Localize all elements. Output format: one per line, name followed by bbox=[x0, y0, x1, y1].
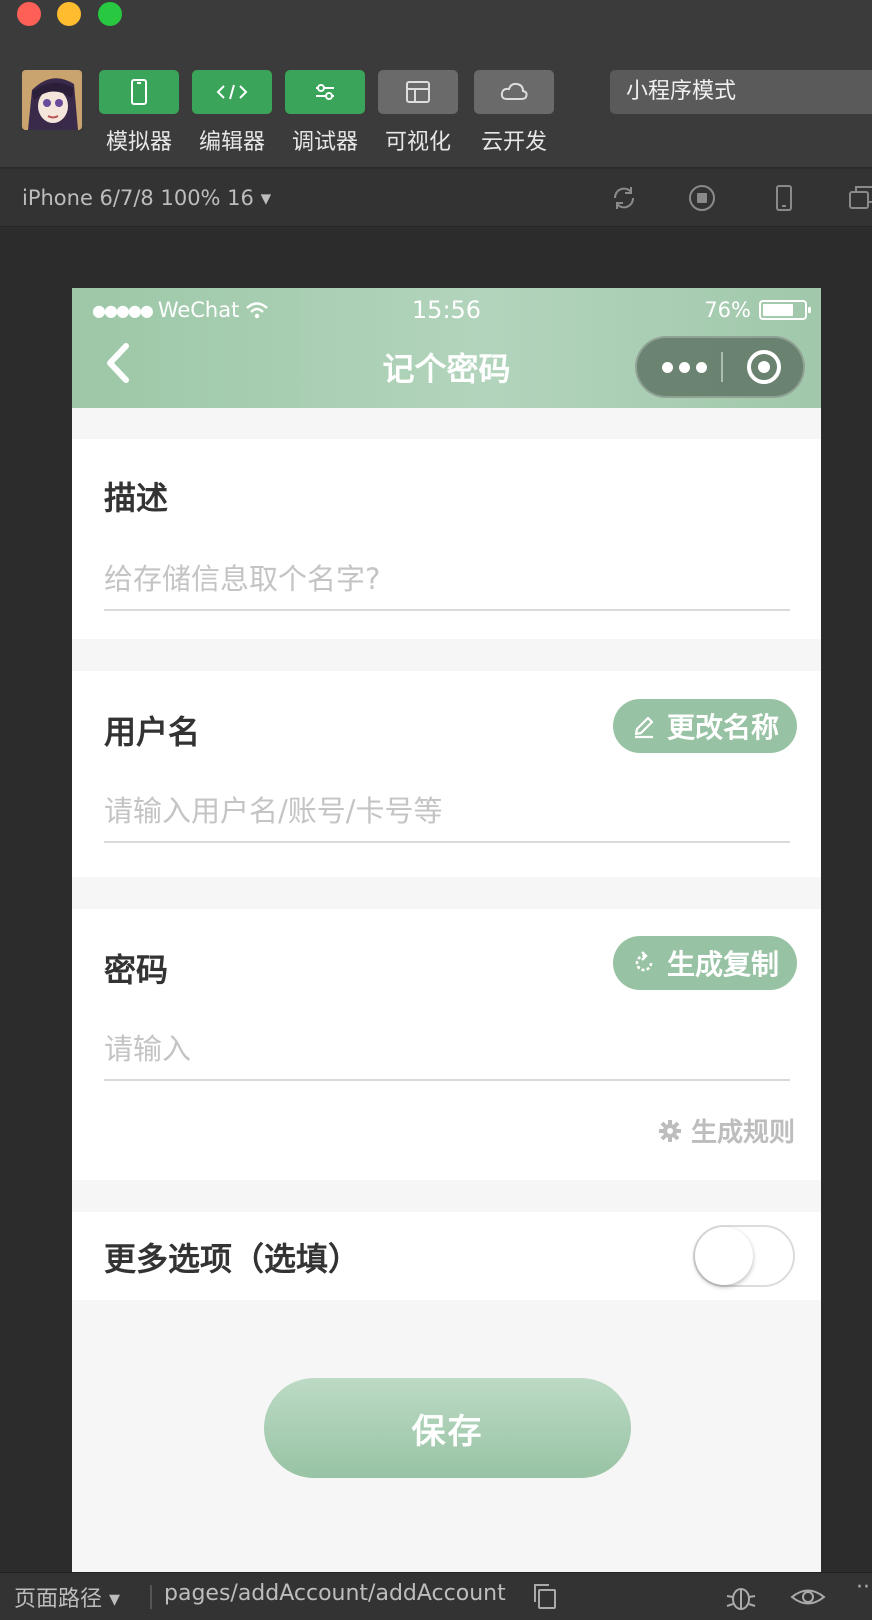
rename-button-label: 更改名称 bbox=[666, 711, 779, 744]
cloud-tool[interactable]: 云开发 bbox=[474, 70, 554, 156]
gear-icon bbox=[658, 1119, 681, 1142]
password-input[interactable] bbox=[104, 1019, 790, 1081]
capsule-divider bbox=[721, 352, 723, 382]
nav-header: ●●●●● WeChat 15:56 76% 记个密码 bbox=[72, 288, 821, 408]
password-card: 密码 生成复制 生成规则 bbox=[72, 909, 821, 1180]
battery-percent: 76% bbox=[704, 298, 751, 322]
main-toolbar: 模拟器 编辑器 调试器 可视化 云开发 小程序模式 bbox=[0, 50, 872, 168]
more-options-toggle[interactable] bbox=[693, 1225, 795, 1287]
simulator-screen: ●●●●● WeChat 15:56 76% 记个密码 描述 用户名 更改名称 bbox=[72, 288, 821, 1572]
description-label: 描述 bbox=[104, 479, 169, 517]
editor-label: 编辑器 bbox=[198, 130, 265, 155]
username-input[interactable] bbox=[104, 781, 790, 843]
code-icon bbox=[216, 84, 248, 100]
device-icon[interactable] bbox=[768, 182, 800, 214]
refresh-icon bbox=[635, 951, 653, 972]
description-input[interactable] bbox=[104, 549, 790, 611]
debugger-button[interactable] bbox=[285, 70, 365, 114]
edit-pencil-icon bbox=[634, 716, 654, 739]
description-card: 描述 bbox=[72, 439, 821, 639]
visual-button[interactable] bbox=[378, 70, 458, 114]
battery-level bbox=[763, 304, 793, 316]
debugger-tool[interactable]: 调试器 bbox=[285, 70, 365, 156]
visual-tool[interactable]: 可视化 bbox=[378, 70, 458, 156]
generate-copy-label: 生成复制 bbox=[666, 948, 779, 981]
eye-icon[interactable] bbox=[790, 1582, 826, 1612]
layout-icon bbox=[406, 81, 430, 103]
copy-icon[interactable] bbox=[532, 1582, 558, 1610]
more-options-card: 更多选项（选填） bbox=[72, 1212, 821, 1300]
path-divider bbox=[150, 1585, 152, 1609]
visual-label: 可视化 bbox=[384, 130, 451, 155]
mode-select[interactable]: 小程序模式 bbox=[610, 70, 872, 114]
simulator-label: 模拟器 bbox=[105, 130, 172, 155]
bug-icon[interactable] bbox=[724, 1582, 758, 1612]
bottom-status-bar: 页面路径 ▾ pages/addAccount/addAccount ·· bbox=[0, 1572, 872, 1620]
generation-rules-label: 生成规则 bbox=[690, 1118, 795, 1148]
username-card: 用户名 更改名称 bbox=[72, 671, 821, 877]
more-options-label: 更多选项（选填） bbox=[104, 1240, 361, 1278]
cloud-icon bbox=[500, 82, 528, 100]
username-label: 用户名 bbox=[104, 713, 201, 751]
simulator-button[interactable] bbox=[99, 70, 179, 114]
close-window-button[interactable] bbox=[17, 2, 41, 26]
debugger-label: 调试器 bbox=[291, 130, 358, 155]
zoom-window-button[interactable] bbox=[98, 2, 122, 26]
page-path-select[interactable]: 页面路径 ▾ bbox=[14, 1581, 120, 1613]
window-titlebar bbox=[0, 0, 872, 50]
password-label: 密码 bbox=[104, 951, 169, 989]
cloud-button[interactable] bbox=[474, 70, 554, 114]
generate-copy-button[interactable]: 生成复制 bbox=[612, 936, 797, 990]
editor-tool[interactable]: 编辑器 bbox=[192, 70, 272, 156]
device-bar: iPhone 6/7/8 100% 16 ▾ bbox=[0, 169, 872, 227]
editor-button[interactable] bbox=[192, 70, 272, 114]
rename-button[interactable]: 更改名称 bbox=[612, 699, 797, 753]
page-path-value: pages/addAccount/addAccount bbox=[164, 1581, 506, 1606]
refresh-icon[interactable] bbox=[608, 182, 640, 214]
more-icon[interactable]: ·· bbox=[856, 1575, 870, 1600]
user-avatar[interactable] bbox=[22, 70, 82, 130]
phone-icon bbox=[131, 79, 147, 105]
stop-icon[interactable] bbox=[686, 182, 718, 214]
close-miniprogram-icon[interactable] bbox=[747, 350, 781, 384]
device-select[interactable]: iPhone 6/7/8 100% 16 ▾ bbox=[22, 181, 271, 215]
menu-capsule bbox=[635, 336, 805, 398]
toggle-knob bbox=[695, 1227, 753, 1285]
generation-rules-link[interactable]: 生成规则 bbox=[657, 1112, 795, 1149]
minimize-window-button[interactable] bbox=[57, 2, 81, 26]
battery-icon bbox=[759, 300, 811, 320]
sliders-icon bbox=[316, 84, 334, 100]
status-battery: 76% bbox=[704, 298, 811, 322]
simulator-tool[interactable]: 模拟器 bbox=[99, 70, 179, 156]
more-menu-button[interactable] bbox=[653, 338, 715, 396]
save-button[interactable]: 保存 bbox=[264, 1378, 631, 1478]
detach-window-icon[interactable] bbox=[846, 182, 872, 214]
cloud-label: 云开发 bbox=[480, 130, 547, 155]
